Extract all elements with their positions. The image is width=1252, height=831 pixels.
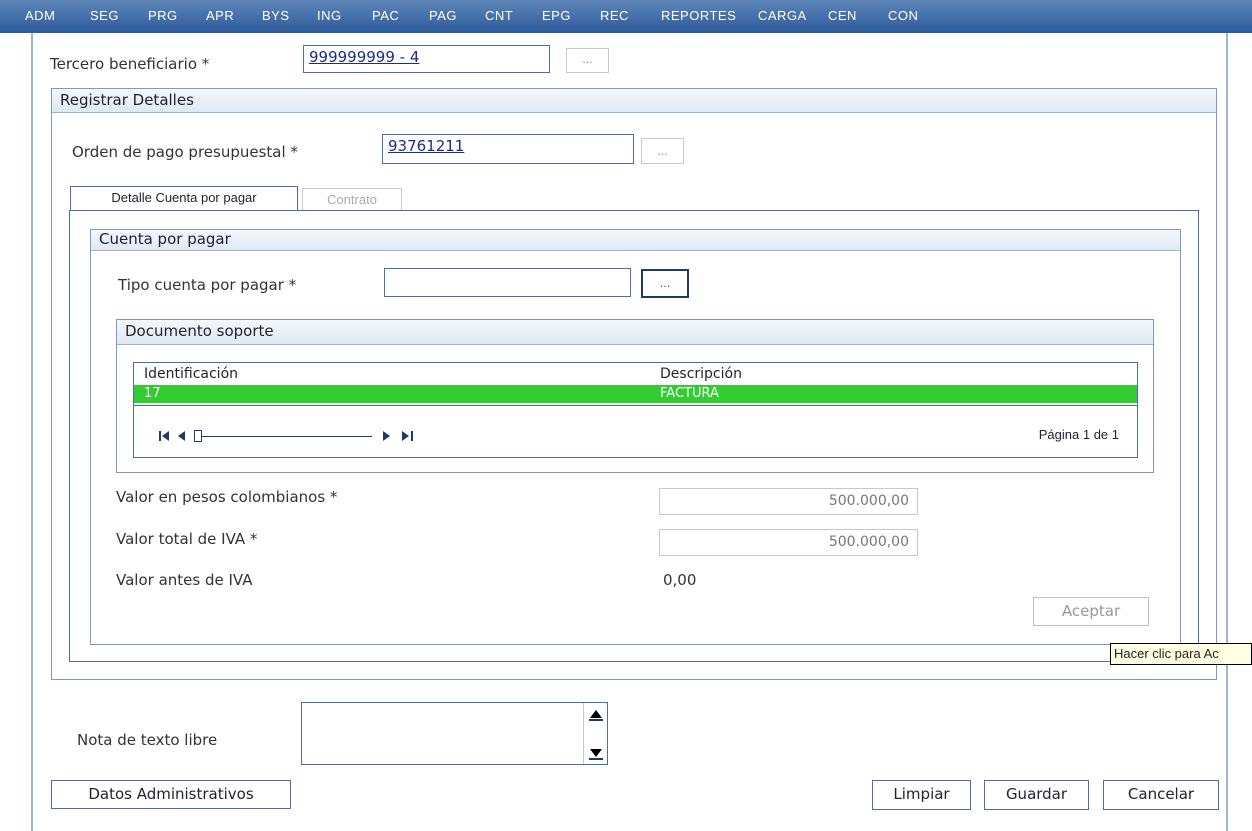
grid-header-row: Identificación Descripción (134, 366, 1137, 383)
menu-item-pag[interactable]: PAG (429, 8, 457, 23)
nota-scrollbar[interactable] (583, 703, 607, 764)
tercero-lookup-button[interactable]: ... (566, 48, 609, 73)
orden-input[interactable]: 93761211 (382, 134, 634, 164)
last-page-icon[interactable] (400, 430, 416, 442)
menu-item-cnt[interactable]: CNT (485, 8, 513, 23)
tab-contrato[interactable]: Contrato (302, 188, 402, 211)
page-slider-track[interactable] (194, 436, 372, 437)
menu-item-bys[interactable]: BYS (262, 8, 290, 23)
aceptar-button[interactable]: Aceptar (1033, 597, 1149, 626)
menu-item-carga[interactable]: CARGA (758, 8, 807, 23)
page-slider-handle[interactable] (194, 430, 202, 442)
column-header-descripcion[interactable]: Descripción (660, 366, 742, 383)
nota-textarea[interactable] (301, 702, 608, 765)
registrar-detalles-title: Registrar Detalles (52, 89, 1216, 113)
orden-label: Orden de pago presupuestal * (72, 143, 298, 161)
tooltip: Hacer clic para Ac (1110, 643, 1252, 665)
menu-item-con[interactable]: CON (888, 8, 918, 23)
top-menu-bar: ADM SEG PRG APR BYS ING PAC PAG CNT EPG … (0, 0, 1252, 33)
menu-item-pac[interactable]: PAC (372, 8, 399, 23)
valor-pesos-input[interactable]: 500.000,00 (659, 488, 918, 515)
valor-antes-iva-value: 0,00 (663, 571, 697, 589)
grid-pager: Página 1 de 1 (134, 425, 1137, 447)
limpiar-button[interactable]: Limpiar (872, 780, 971, 810)
menu-item-epg[interactable]: EPG (542, 8, 571, 23)
valor-pesos-label: Valor en pesos colombianos * (116, 488, 338, 506)
previous-page-icon[interactable] (176, 430, 188, 442)
menu-item-adm[interactable]: ADM (25, 8, 55, 23)
orden-lookup-button[interactable]: ... (641, 138, 684, 164)
first-page-icon[interactable] (158, 430, 174, 442)
tipo-cuenta-lookup-button[interactable]: ... (641, 269, 689, 298)
scroll-up-icon[interactable] (589, 707, 603, 721)
menu-item-prg[interactable]: PRG (148, 8, 178, 23)
valor-iva-input[interactable]: 500.000,00 (659, 529, 918, 556)
menu-item-rec[interactable]: REC (600, 8, 629, 23)
documento-grid: Identificación Descripción 17 FACTURA Pá… (133, 362, 1138, 458)
datos-administrativos-button[interactable]: Datos Administrativos (51, 780, 291, 809)
grid-separator (134, 405, 1137, 406)
content-frame-left (31, 33, 33, 831)
menu-item-cen[interactable]: CEN (828, 8, 857, 23)
next-page-icon[interactable] (380, 430, 392, 442)
content-frame-right (1226, 33, 1228, 831)
cancelar-button[interactable]: Cancelar (1103, 780, 1219, 810)
tercero-label: Tercero beneficiario * (50, 55, 210, 73)
documento-soporte-title: Documento soporte (117, 320, 1153, 345)
menu-item-ing[interactable]: ING (317, 8, 342, 23)
cell-identificacion: 17 (144, 386, 161, 401)
tipo-cuenta-input[interactable] (384, 268, 631, 297)
table-row[interactable]: 17 FACTURA (134, 385, 1137, 403)
tab-detalle-cuenta[interactable]: Detalle Cuenta por pagar (70, 186, 298, 211)
menu-item-apr[interactable]: APR (206, 8, 234, 23)
valor-iva-label: Valor total de IVA * (116, 530, 258, 548)
menu-item-reportes[interactable]: REPORTES (661, 8, 736, 23)
tercero-input[interactable]: 999999999 - 4 (303, 45, 550, 73)
cuenta-por-pagar-title: Cuenta por pagar (91, 230, 1180, 251)
page-indicator: Página 1 de 1 (1038, 427, 1119, 442)
valor-antes-iva-label: Valor antes de IVA (116, 571, 253, 589)
column-header-identificacion[interactable]: Identificación (144, 366, 238, 383)
menu-item-seg[interactable]: SEG (90, 8, 119, 23)
tipo-cuenta-label: Tipo cuenta por pagar * (118, 276, 297, 294)
nota-label: Nota de texto libre (77, 731, 218, 749)
cell-descripcion: FACTURA (660, 386, 719, 401)
guardar-button[interactable]: Guardar (984, 780, 1089, 810)
scroll-down-icon[interactable] (589, 746, 603, 760)
